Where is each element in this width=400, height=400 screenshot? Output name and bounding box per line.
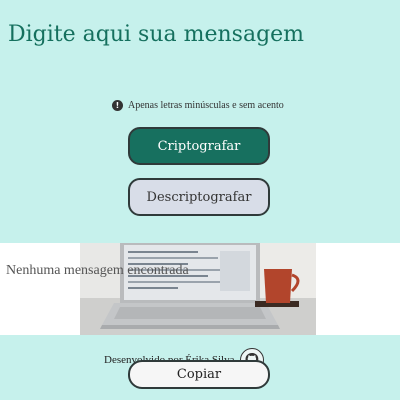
hint-text: Apenas letras minúsculas e sem acento [128,100,284,111]
laptop-mug-illustration [80,243,316,335]
output-panel: Nenhuma mensagem encontrada [0,243,400,335]
hint: ! Apenas letras minúsculas e sem acento [112,100,284,111]
info-icon: ! [112,100,123,111]
empty-message: Nenhuma mensagem encontrada [6,263,189,278]
encrypt-button[interactable]: Criptografar [128,127,270,165]
decrypt-button[interactable]: Descriptografar [128,178,270,216]
message-input[interactable] [8,14,392,54]
copy-button[interactable]: Copiar [128,360,270,389]
